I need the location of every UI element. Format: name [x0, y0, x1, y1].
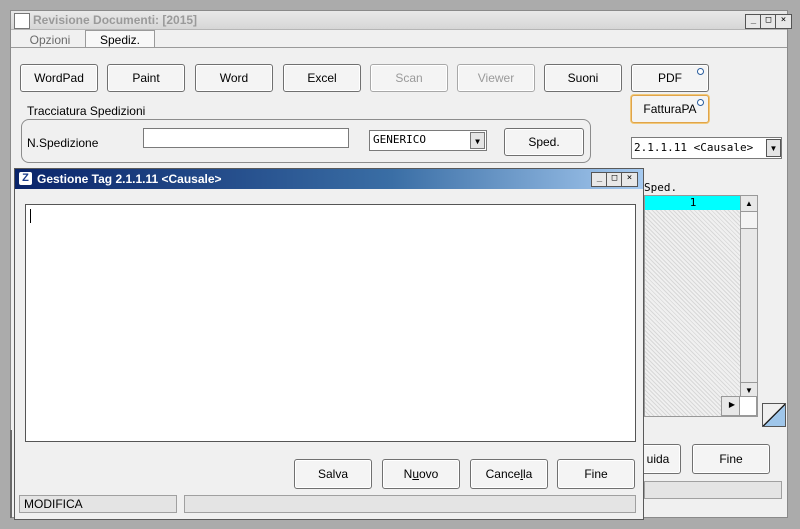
- text-caret: [30, 209, 31, 223]
- scan-button[interactable]: Scan: [370, 64, 448, 92]
- nuovo-button[interactable]: Nuovo: [382, 459, 460, 489]
- close-button[interactable]: ×: [775, 14, 792, 29]
- main-title-bar: Revisione Documenti: [2015] _ □ ×: [11, 11, 792, 30]
- list-header: Sped.: [644, 181, 678, 194]
- nuovo-label-accel: u: [412, 467, 419, 481]
- tab-spediz[interactable]: Spediz.: [85, 30, 155, 48]
- window-title: Revisione Documenti: [2015]: [33, 13, 198, 27]
- cancella-label-post: la: [523, 467, 533, 481]
- tab-opzioni[interactable]: Opzioni: [17, 31, 83, 48]
- fine-main-button[interactable]: Fine: [692, 444, 770, 474]
- nspedizione-label: N.Spedizione: [27, 136, 99, 150]
- scroll-corner: [739, 396, 757, 416]
- tab-divider: [11, 47, 787, 48]
- tipo-select[interactable]: GENERICO ▼: [369, 130, 487, 151]
- wordpad-button[interactable]: WordPad: [20, 64, 98, 92]
- causale-textarea[interactable]: [25, 204, 636, 442]
- tracciatura-group-label: Tracciatura Spedizioni: [27, 104, 146, 118]
- status-dot-icon: [697, 99, 704, 106]
- scroll-thumb[interactable]: [741, 212, 757, 229]
- list-item[interactable]: 1: [645, 196, 741, 210]
- viewer-button[interactable]: Viewer: [457, 64, 535, 92]
- pdf-button-label: PDF: [658, 71, 682, 85]
- paint-button[interactable]: Paint: [107, 64, 185, 92]
- vertical-scrollbar[interactable]: ▲ ▼: [740, 196, 757, 398]
- cancella-label-pre: Cance: [485, 467, 521, 481]
- dialog-status-bar: [184, 495, 636, 513]
- tipo-select-value: GENERICO: [373, 133, 426, 146]
- status-mode: MODIFICA: [19, 495, 177, 513]
- suoni-button[interactable]: Suoni: [544, 64, 622, 92]
- sped-button[interactable]: Sped.: [504, 128, 584, 156]
- tag-select[interactable]: 2.1.1.11 <Causale>: [631, 137, 782, 159]
- nspedizione-input[interactable]: [143, 128, 349, 148]
- cancella-button[interactable]: Cancella: [470, 459, 548, 489]
- excel-button[interactable]: Excel: [283, 64, 361, 92]
- nuovo-label-post: ovo: [419, 467, 439, 481]
- app-logo-icon: Z: [19, 172, 32, 185]
- fine-dialog-button[interactable]: Fine: [557, 459, 635, 489]
- fatturapa-button[interactable]: FatturaPA: [631, 95, 709, 123]
- resize-icon[interactable]: [762, 403, 786, 427]
- fatturapa-button-label: FatturaPA: [643, 102, 697, 116]
- main-left-edge: [10, 430, 12, 518]
- nuovo-label-pre: N: [403, 467, 413, 481]
- dialog-title: Gestione Tag 2.1.1.11 <Causale>: [37, 172, 222, 186]
- pdf-button[interactable]: PDF: [631, 64, 709, 92]
- dialog-close-button[interactable]: ×: [621, 172, 638, 187]
- main-status-bar: [644, 481, 782, 499]
- chevron-down-icon[interactable]: ▼: [766, 139, 781, 157]
- dialog-title-bar: Z Gestione Tag 2.1.1.11 <Causale> _ □ ×: [15, 169, 643, 189]
- salva-button[interactable]: Salva: [294, 459, 372, 489]
- tag-select-value: 2.1.1.11 <Causale>: [634, 141, 754, 154]
- chevron-down-icon[interactable]: ▼: [470, 132, 485, 149]
- sped-list[interactable]: 1 ▲ ▼ ▶: [644, 195, 758, 417]
- status-dot-icon: [697, 68, 704, 75]
- word-button[interactable]: Word: [195, 64, 273, 92]
- app-icon: [14, 13, 30, 29]
- scroll-up-icon[interactable]: ▲: [741, 196, 757, 212]
